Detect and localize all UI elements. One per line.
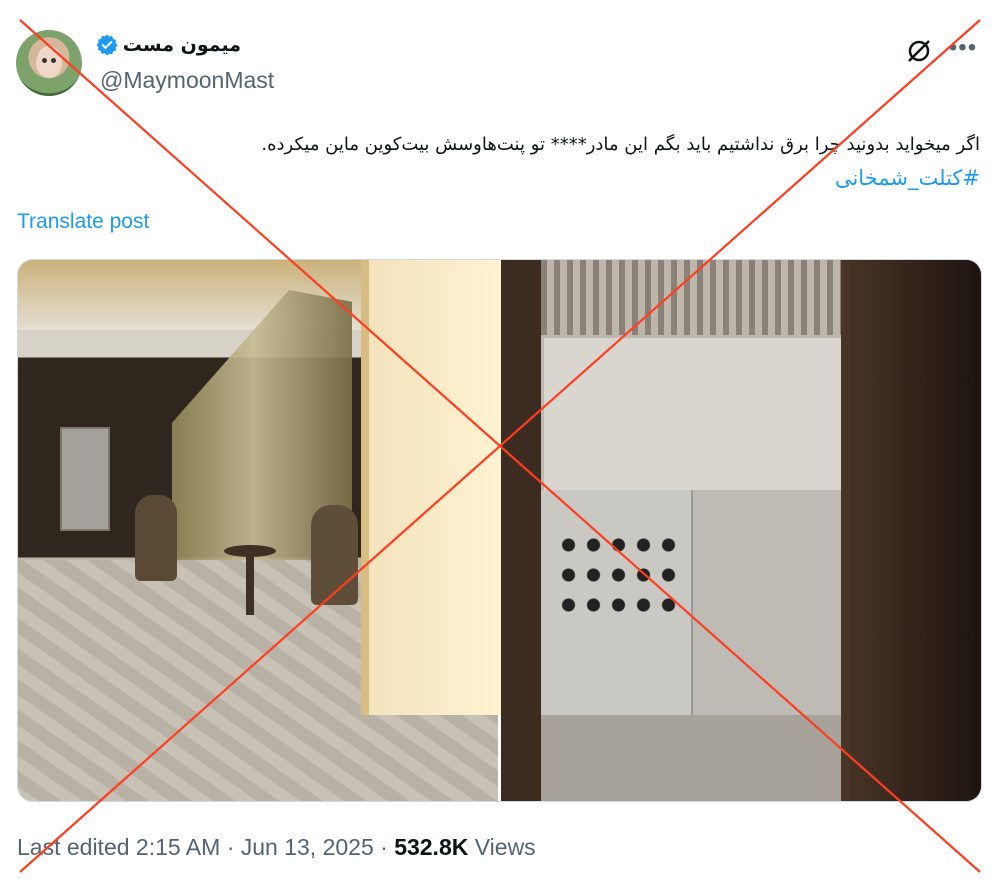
post-meta: Last edited 2:15 AM · Jun 13, 2025 · 532… [17,834,536,861]
media-container[interactable] [17,259,982,802]
side-table-leg [246,555,254,615]
upper-panel-door [541,335,847,496]
avatar-eye-right [51,58,56,63]
views-label: Views [468,834,536,860]
author-handle[interactable]: @MaymoonMast [100,67,274,94]
author-name-row[interactable]: میمون مست [95,33,241,57]
hashtag-link[interactable]: #کتلت_شمخانی [835,166,980,190]
avatar-eye-left [42,58,47,63]
electrical-panel-photo[interactable] [501,260,981,801]
views-count: 532.8K [394,834,469,860]
electrical-cabinet-small [60,427,110,531]
side-panel [691,490,843,715]
lower-panel [541,715,841,801]
translate-post-link[interactable]: Translate post [17,210,149,234]
breaker-grid [556,530,681,620]
avatar[interactable] [16,30,82,96]
grok-icon[interactable] [904,36,934,66]
display-name[interactable]: میمون مست [123,34,241,56]
cable-bundle [541,260,841,335]
verified-badge-icon[interactable] [95,33,119,57]
more-options-icon[interactable]: ••• [948,33,978,63]
armchair-right [311,505,358,605]
dark-wall [841,260,981,801]
decorative-wall-panel [361,260,506,715]
penthouse-photo[interactable] [18,260,506,801]
armchair-left [135,495,177,581]
avatar-face [36,48,62,78]
post-text: اگر میخواید بدونید چرا برق نداشتیم باید … [261,134,980,155]
edited-timestamp[interactable]: Last edited 2:15 AM · Jun 13, 2025 · [17,834,394,860]
